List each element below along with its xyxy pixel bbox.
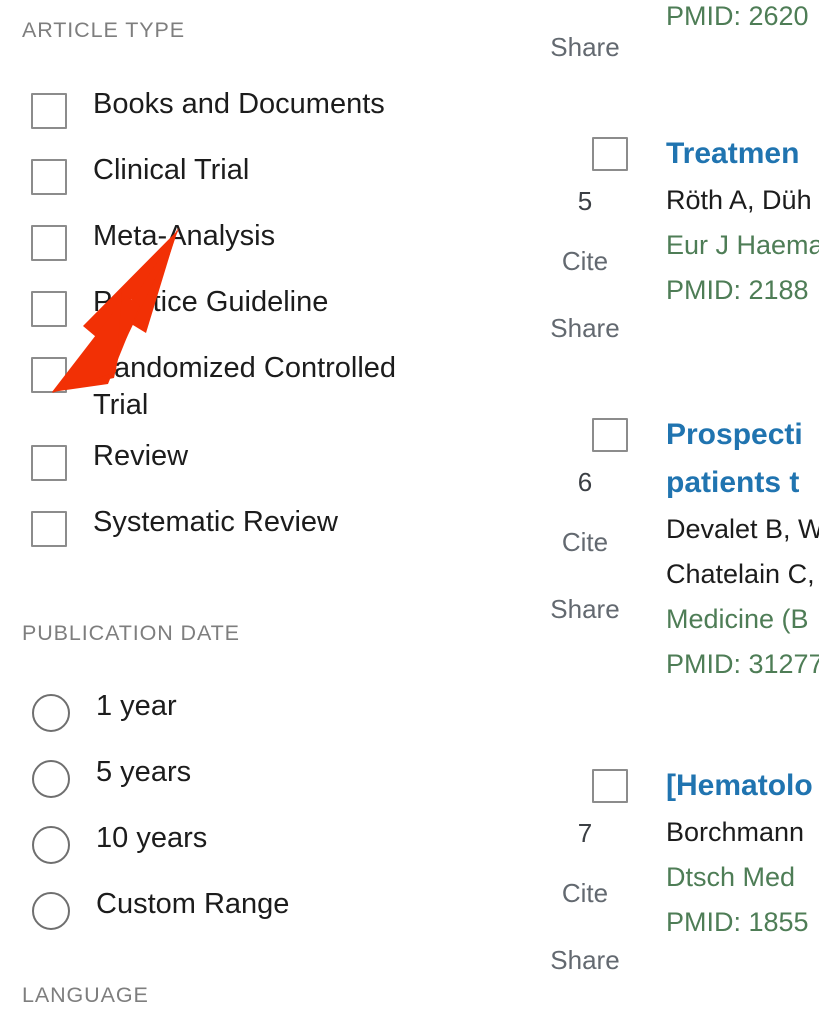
result-title[interactable]: Treatmen <box>666 130 819 178</box>
cite-button[interactable]: Cite <box>520 878 650 908</box>
result-authors: Devalet B, W <box>666 514 819 544</box>
share-button[interactable]: Share <box>520 313 650 343</box>
filter-label: 5 years <box>96 756 192 788</box>
checkbox-randomized-controlled-trial[interactable] <box>31 357 67 393</box>
filter-label: 1 year <box>96 690 177 722</box>
filter-option-5-years[interactable]: 5 years <box>0 754 520 806</box>
search-results-column: PMID: 2620 Share 5 Cite Share Treatmen R… <box>520 0 819 1024</box>
result-authors-line-2: Chatelain C, <box>666 559 815 589</box>
result-journal[interactable]: Eur J Haema <box>666 223 819 268</box>
cite-button[interactable]: Cite <box>520 527 650 557</box>
result-pmid[interactable]: PMID: 2188 <box>666 268 819 313</box>
article-type-filter-list: Books and Documents Clinical Trial Meta-… <box>0 86 520 570</box>
filter-label: Books and Documents <box>93 88 385 120</box>
checkbox-review[interactable] <box>31 445 67 481</box>
filter-label: Custom Range <box>96 888 290 920</box>
result-pmid[interactable]: PMID: 1855 <box>666 900 819 945</box>
result-title-line-2[interactable]: patients t <box>666 459 819 507</box>
filter-option-practice-guideline[interactable]: Practice Guideline <box>0 284 520 336</box>
result-body: [Hematolo Borchmann Dtsch Med PMID: 1855 <box>666 762 819 945</box>
checkbox-clinical-trial[interactable] <box>31 159 67 195</box>
result-title[interactable]: [Hematolo <box>666 762 819 810</box>
checkbox-practice-guideline[interactable] <box>31 291 67 327</box>
publication-date-filter-list: 1 year 5 years 10 years Custom Range <box>0 688 520 952</box>
result-body: Prospecti patients t Devalet B, W Chatel… <box>666 411 819 687</box>
filter-label: Meta-Analysis <box>93 220 276 252</box>
filter-option-clinical-trial[interactable]: Clinical Trial <box>0 152 520 204</box>
result-select-checkbox[interactable] <box>592 137 628 171</box>
filter-option-randomized-controlled-trial[interactable]: Randomized Controlled Trial <box>0 350 520 424</box>
result-pmid[interactable]: PMID: 31277 <box>666 642 819 687</box>
radio-5-years[interactable] <box>32 760 70 798</box>
radio-10-years[interactable] <box>32 826 70 864</box>
cite-button[interactable]: Cite <box>520 246 650 276</box>
checkbox-meta-analysis[interactable] <box>31 225 67 261</box>
facet-header-language: LANGUAGE <box>22 983 149 1007</box>
result-select-checkbox[interactable] <box>592 769 628 803</box>
checkbox-systematic-review[interactable] <box>31 511 67 547</box>
result-select-checkbox[interactable] <box>592 418 628 452</box>
filter-label: Randomized Controlled Trial <box>93 352 397 421</box>
filter-option-meta-analysis[interactable]: Meta-Analysis <box>0 218 520 270</box>
checkbox-books-and-documents[interactable] <box>31 93 67 129</box>
radio-1-year[interactable] <box>32 694 70 732</box>
filter-label: Systematic Review <box>93 506 338 538</box>
share-button[interactable]: Share <box>520 32 650 62</box>
result-number: 7 <box>577 818 593 848</box>
share-button[interactable]: Share <box>520 594 650 624</box>
result-authors: Borchmann <box>666 817 805 847</box>
share-button[interactable]: Share <box>520 945 650 975</box>
result-number: 5 <box>577 186 593 216</box>
radio-custom-range[interactable] <box>32 892 70 930</box>
filter-option-1-year[interactable]: 1 year <box>0 688 520 740</box>
result-journal[interactable]: Medicine (B <box>666 597 819 642</box>
result-authors: Röth A, Düh <box>666 185 812 215</box>
filters-sidebar: ARTICLE TYPE Books and Documents Clinica… <box>0 0 520 1024</box>
facet-header-publication-date: PUBLICATION DATE <box>22 621 240 645</box>
filter-option-review[interactable]: Review <box>0 438 520 490</box>
filter-option-books-and-documents[interactable]: Books and Documents <box>0 86 520 138</box>
filter-option-custom-range[interactable]: Custom Range <box>0 886 520 938</box>
filter-label: Clinical Trial <box>93 154 250 186</box>
facet-header-article-type: ARTICLE TYPE <box>22 18 185 42</box>
result-title[interactable]: Prospecti <box>666 411 819 459</box>
pubmed-filters-screen: ARTICLE TYPE Books and Documents Clinica… <box>0 0 819 1024</box>
result-pmid[interactable]: PMID: 2620 <box>666 0 809 39</box>
filter-option-systematic-review[interactable]: Systematic Review <box>0 504 520 556</box>
filter-label: Review <box>93 440 189 472</box>
filter-label: 10 years <box>96 822 208 854</box>
result-body: Treatmen Röth A, Düh Eur J Haema PMID: 2… <box>666 130 819 313</box>
result-journal[interactable]: Dtsch Med <box>666 855 819 900</box>
result-number: 6 <box>577 467 593 497</box>
filter-label: Practice Guideline <box>93 286 329 318</box>
filter-option-10-years[interactable]: 10 years <box>0 820 520 872</box>
